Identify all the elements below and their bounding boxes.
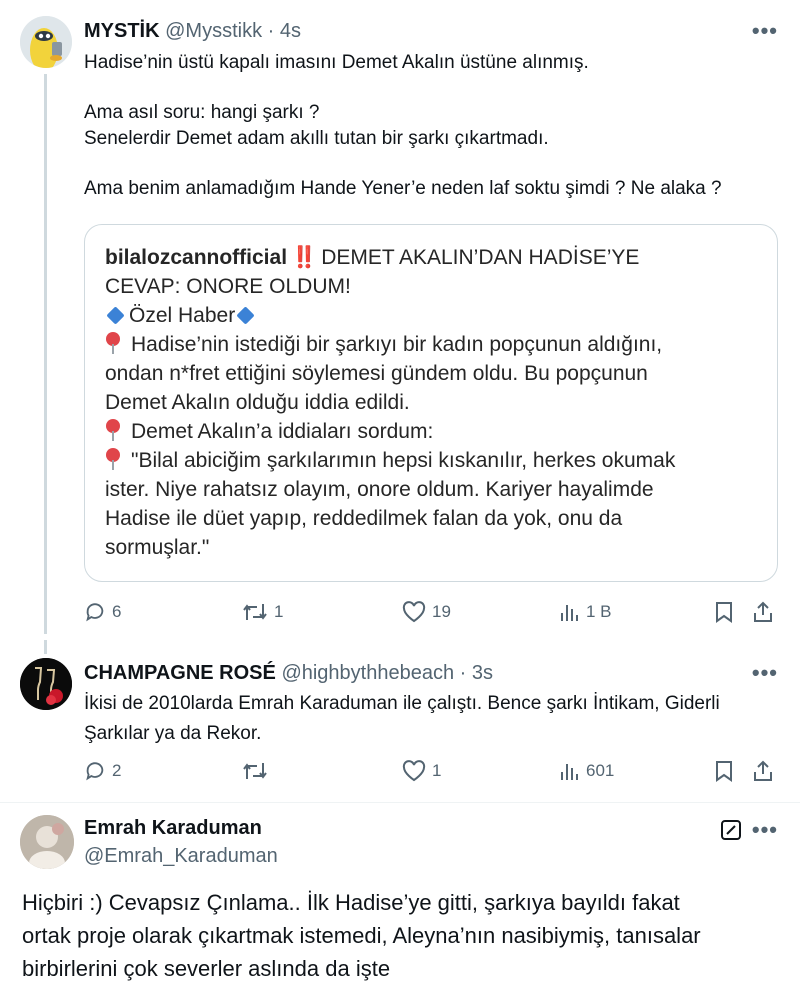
handle[interactable]: @Emrah_Karaduman	[84, 845, 278, 867]
retweet-button[interactable]	[242, 757, 274, 785]
like-icon	[402, 760, 426, 782]
avatar[interactable]	[20, 16, 72, 68]
quoted-content[interactable]: bilalozcannofficial ‼️ DEMET AKALIN’DAN HA…	[84, 224, 778, 582]
handle[interactable]: @highbythhebeach	[281, 662, 454, 684]
tweet-header: MYSTİK @Mysstikk · 4s	[84, 20, 301, 42]
avatar[interactable]	[20, 815, 74, 869]
more-options-icon[interactable]: •••	[752, 18, 778, 44]
retweet-icon	[243, 763, 267, 779]
share-button[interactable]	[752, 757, 774, 785]
timestamp[interactable]: 3s	[472, 662, 493, 684]
pin-icon	[105, 419, 121, 441]
diamond-icon	[106, 306, 125, 325]
view-count: 601	[586, 761, 615, 780]
tweet-header: Emrah Karaduman	[84, 817, 262, 840]
bookmark-icon	[716, 761, 732, 782]
reply-count: 6	[112, 602, 122, 621]
display-name[interactable]: CHAMPAGNE ROSÉ	[84, 662, 276, 684]
thread-line	[44, 74, 47, 634]
double-exclamation-icon: ‼️	[291, 246, 317, 269]
pin-icon	[105, 448, 121, 470]
divider	[0, 802, 800, 803]
like-button[interactable]: 19	[402, 598, 451, 626]
bookmark-button[interactable]	[714, 598, 734, 626]
display-name[interactable]: Emrah Karaduman	[84, 817, 262, 839]
retweet-count: 1	[274, 602, 284, 621]
timestamp[interactable]: 4s	[280, 20, 301, 42]
avatar[interactable]	[20, 658, 72, 710]
retweet-button[interactable]: 1	[242, 598, 283, 626]
tweet-text: Hiçbiri :) Cevapsız Çınlama.. İlk Hadise…	[22, 890, 701, 981]
tweet-header: CHAMPAGNE ROSÉ @highbythhebeach · 3s	[84, 662, 493, 684]
like-count: 1	[432, 761, 442, 780]
pin-icon	[105, 332, 121, 354]
display-name[interactable]: MYSTİK	[84, 20, 160, 42]
tweet-text: İkisi de 2010larda Emrah Karaduman ile ç…	[84, 693, 720, 744]
share-button[interactable]	[752, 598, 774, 626]
more-options-icon[interactable]: •••	[752, 660, 778, 686]
reply-button[interactable]: 2	[84, 757, 121, 785]
like-count: 19	[432, 602, 451, 621]
diamond-icon	[236, 306, 255, 325]
bookmark-button[interactable]	[714, 757, 734, 785]
share-icon	[754, 760, 772, 781]
handle-row: @Emrah_Karaduman	[84, 845, 278, 868]
views-button[interactable]: 601	[560, 757, 614, 785]
tweet-actions: 6 1 19 1 B	[84, 598, 784, 626]
thread-line	[44, 640, 47, 654]
reply-icon	[86, 603, 104, 622]
reply-count: 2	[112, 761, 122, 780]
retweet-icon	[243, 604, 267, 620]
more-options-icon[interactable]: •••	[752, 817, 778, 843]
tweet-text: Hadise’nin üstü kapalı imasını Demet Aka…	[84, 52, 722, 199]
bookmark-icon	[716, 602, 732, 623]
view-count: 1 B	[586, 602, 612, 621]
tweet-actions: 2 1 601	[84, 757, 784, 785]
share-icon	[754, 601, 772, 622]
edit-icon[interactable]	[720, 819, 742, 846]
views-icon	[561, 605, 578, 621]
handle[interactable]: @Mysstikk	[165, 20, 262, 42]
views-button[interactable]: 1 B	[560, 598, 612, 626]
views-icon	[561, 764, 578, 780]
like-icon	[402, 601, 426, 623]
quote-username: bilalozcannofficial	[105, 246, 288, 269]
reply-icon	[86, 762, 104, 781]
like-button[interactable]: 1	[402, 757, 441, 785]
reply-button[interactable]: 6	[84, 598, 121, 626]
